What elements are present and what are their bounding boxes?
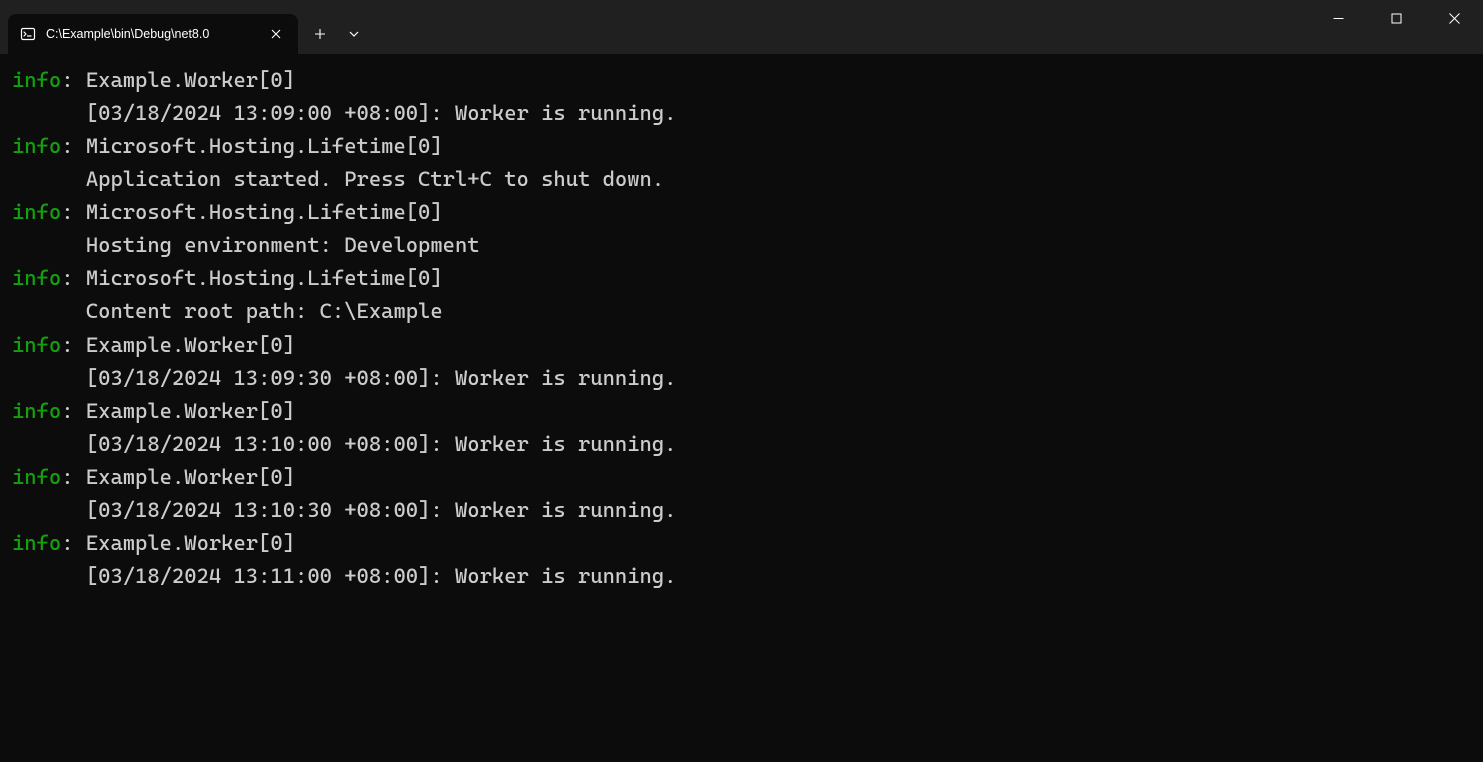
log-message: Hosting environment: Development bbox=[12, 229, 1471, 262]
log-source: Example.Worker[0] bbox=[86, 333, 295, 357]
log-source: Microsoft.Hosting.Lifetime[0] bbox=[86, 134, 443, 158]
tab-close-button[interactable] bbox=[266, 24, 286, 44]
log-sep: : bbox=[61, 465, 86, 489]
log-message: [03/18/2024 13:10:00 +08:00]: Worker is … bbox=[12, 428, 1471, 461]
log-source: Example.Worker[0] bbox=[86, 68, 295, 92]
log-sep: : bbox=[61, 200, 86, 224]
titlebar: C:\Example\bin\Debug\net8.0 bbox=[0, 0, 1483, 54]
log-message: Content root path: C:\Example bbox=[12, 295, 1471, 328]
log-sep: : bbox=[61, 134, 86, 158]
log-sep: : bbox=[61, 68, 86, 92]
log-message: [03/18/2024 13:11:00 +08:00]: Worker is … bbox=[12, 560, 1471, 593]
log-level: info bbox=[12, 531, 61, 555]
tab-strip: C:\Example\bin\Debug\net8.0 bbox=[0, 0, 370, 54]
new-tab-button[interactable] bbox=[304, 18, 336, 50]
log-line: info: Microsoft.Hosting.Lifetime[0] bbox=[12, 196, 1471, 229]
log-line: info: Microsoft.Hosting.Lifetime[0] bbox=[12, 130, 1471, 163]
log-sep: : bbox=[61, 531, 86, 555]
log-message: [03/18/2024 13:09:00 +08:00]: Worker is … bbox=[12, 97, 1471, 130]
tab-active[interactable]: C:\Example\bin\Debug\net8.0 bbox=[8, 14, 298, 54]
log-level: info bbox=[12, 399, 61, 423]
log-source: Microsoft.Hosting.Lifetime[0] bbox=[86, 266, 443, 290]
log-line: info: Example.Worker[0] bbox=[12, 64, 1471, 97]
log-source: Example.Worker[0] bbox=[86, 465, 295, 489]
log-message: [03/18/2024 13:10:30 +08:00]: Worker is … bbox=[12, 494, 1471, 527]
terminal-icon bbox=[20, 26, 36, 42]
log-source: Microsoft.Hosting.Lifetime[0] bbox=[86, 200, 443, 224]
close-button[interactable] bbox=[1425, 0, 1483, 36]
minimize-button[interactable] bbox=[1309, 0, 1367, 36]
log-sep: : bbox=[61, 333, 86, 357]
log-sep: : bbox=[61, 399, 86, 423]
log-level: info bbox=[12, 266, 61, 290]
log-line: info: Example.Worker[0] bbox=[12, 329, 1471, 362]
window-controls bbox=[1309, 0, 1483, 36]
log-line: info: Example.Worker[0] bbox=[12, 527, 1471, 560]
tab-dropdown-button[interactable] bbox=[338, 18, 370, 50]
log-line: info: Example.Worker[0] bbox=[12, 395, 1471, 428]
log-level: info bbox=[12, 465, 61, 489]
maximize-button[interactable] bbox=[1367, 0, 1425, 36]
tab-title: C:\Example\bin\Debug\net8.0 bbox=[46, 27, 256, 41]
log-level: info bbox=[12, 333, 61, 357]
log-line: info: Example.Worker[0] bbox=[12, 461, 1471, 494]
terminal-output[interactable]: info: Example.Worker[0][03/18/2024 13:09… bbox=[0, 54, 1483, 603]
log-source: Example.Worker[0] bbox=[86, 531, 295, 555]
log-level: info bbox=[12, 68, 61, 92]
log-source: Example.Worker[0] bbox=[86, 399, 295, 423]
log-line: info: Microsoft.Hosting.Lifetime[0] bbox=[12, 262, 1471, 295]
log-message: [03/18/2024 13:09:30 +08:00]: Worker is … bbox=[12, 362, 1471, 395]
log-sep: : bbox=[61, 266, 86, 290]
log-level: info bbox=[12, 200, 61, 224]
log-message: Application started. Press Ctrl+C to shu… bbox=[12, 163, 1471, 196]
log-level: info bbox=[12, 134, 61, 158]
